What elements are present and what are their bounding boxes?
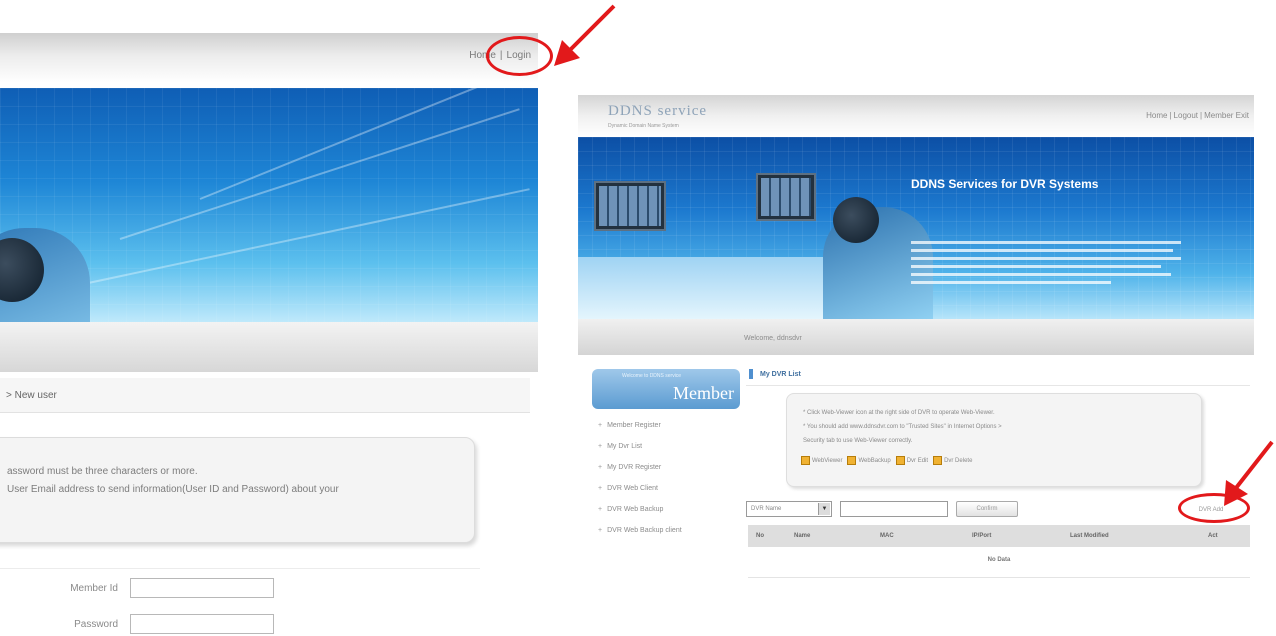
annotation-arrow-icon	[554, 4, 616, 66]
member-title: Member	[673, 383, 734, 403]
table-empty-row: No Data	[748, 547, 1250, 578]
site-logo: DDNS service	[608, 103, 708, 119]
hero-text-line	[911, 281, 1111, 284]
sidebar-item-member-register[interactable]: Member Register	[598, 422, 661, 429]
legend-dvr-edit: Dvr Edit	[895, 456, 929, 465]
password-row: Password	[0, 614, 290, 636]
sub-header-bar	[0, 322, 538, 372]
home-link[interactable]: Home	[1145, 111, 1168, 120]
right-screenshot: DDNS service Dynamic Domain Name System …	[578, 95, 1254, 595]
password-input[interactable]	[130, 614, 274, 634]
password-label: Password	[74, 619, 118, 630]
sidebar-item-my-dvr-register[interactable]: My DVR Register	[598, 464, 661, 471]
hero-text-line	[911, 241, 1181, 244]
search-field-select[interactable]: DVR Name ▼	[746, 501, 832, 517]
legend-web-backup: WebBackup	[847, 456, 891, 465]
top-header-bar	[0, 33, 538, 83]
hero-text-line	[911, 257, 1181, 260]
notice-box: assword must be three characters or more…	[0, 437, 475, 543]
column-header-no: No	[756, 533, 764, 539]
site-logo-subtitle: Dynamic Domain Name System	[608, 123, 679, 129]
member-subtitle: Welcome to DDNS service	[622, 373, 682, 379]
info-line: Security tab to use Web-Viewer correctly…	[803, 438, 913, 444]
welcome-text: Welcome, ddnsdvr	[744, 335, 802, 342]
column-header-ip-port: IP/Port	[972, 533, 992, 539]
member-header-box: Welcome to DDNS service Member	[592, 369, 740, 409]
hero-text-line	[911, 249, 1173, 252]
hero-text-line	[911, 273, 1171, 276]
sidebar-item-my-dvr-list[interactable]: My Dvr List	[598, 443, 642, 450]
info-box: * Click Web-Viewer icon at the right sid…	[786, 393, 1202, 487]
search-input[interactable]	[840, 501, 948, 517]
delete-icon	[933, 456, 943, 465]
welcome-bar: Welcome, ddnsdvr	[578, 319, 1254, 355]
column-header-name: Name	[794, 533, 811, 539]
hero-text-line	[911, 265, 1161, 268]
annotation-arrow-icon	[1224, 440, 1274, 506]
member-id-label: Member Id	[70, 583, 118, 594]
hero-banner	[0, 88, 538, 322]
empty-message: No Data	[987, 557, 1011, 563]
column-header-last-modified: Last Modified	[1070, 533, 1109, 539]
notice-line: User Email address to send information(U…	[7, 484, 339, 495]
member-id-input[interactable]	[130, 578, 274, 598]
monitor-image	[594, 181, 666, 231]
hero-title: DDNS Services for DVR Systems	[911, 177, 1099, 191]
nav-separator: |	[1169, 111, 1172, 120]
monitor-image	[756, 173, 816, 221]
legend-dvr-delete: Dvr Delete	[933, 456, 972, 465]
table-header: No Name MAC IP/Port Last Modified Act	[748, 525, 1250, 547]
info-line: * You should add www.ddnsdvr.com to "Tru…	[803, 424, 1002, 430]
dvr-table: No Name MAC IP/Port Last Modified Act No…	[748, 525, 1250, 578]
info-line: * Click Web-Viewer icon at the right sid…	[803, 410, 995, 416]
page-title-bar: My DVR List	[746, 365, 1250, 386]
sidebar-item-dvr-web-client[interactable]: DVR Web Client	[598, 485, 658, 492]
top-navigation: Home | Logout | Member Exit	[1145, 111, 1250, 120]
legend-label: Dvr Delete	[944, 458, 973, 465]
main-content: My DVR List * Click Web-Viewer icon at t…	[746, 365, 1254, 595]
icon-legend: WebViewer WebBackup Dvr Edit Dvr Delete	[801, 456, 972, 465]
edit-icon	[895, 456, 905, 465]
logout-link[interactable]: Logout	[1173, 111, 1199, 120]
web-viewer-icon	[801, 456, 810, 465]
legend-label: WebBackup	[858, 458, 891, 465]
column-header-act: Act	[1208, 533, 1218, 539]
column-header-mac: MAC	[880, 533, 894, 539]
operator-head	[833, 197, 879, 243]
sidebar-item-dvr-web-backup[interactable]: DVR Web Backup	[598, 506, 663, 513]
section-title-bar: > New user	[0, 378, 530, 413]
member-exit-link[interactable]: Member Exit	[1203, 111, 1250, 120]
sidebar-item-dvr-web-backup-client[interactable]: DVR Web Backup client	[598, 527, 682, 534]
legend-label: WebViewer	[812, 458, 843, 465]
hero-banner	[578, 137, 1254, 319]
title-marker	[749, 369, 753, 379]
web-backup-icon	[847, 456, 857, 465]
confirm-button[interactable]: Confirm	[956, 501, 1018, 517]
left-screenshot: Home | Login > New user assword must be th…	[0, 0, 545, 634]
registration-form: Member Id Password	[0, 568, 480, 634]
chevron-down-icon[interactable]: ▼	[818, 503, 830, 515]
page-title: My DVR List	[760, 371, 801, 378]
select-value: DVR Name	[751, 506, 782, 512]
member-sidebar: Welcome to DDNS service Member Member Re…	[592, 369, 742, 559]
section-title: > New user	[6, 390, 57, 401]
legend-web-viewer: WebViewer	[801, 456, 842, 465]
legend-label: Dvr Edit	[906, 458, 929, 465]
member-id-row: Member Id	[0, 578, 290, 600]
notice-line: assword must be three characters or more…	[7, 466, 198, 477]
